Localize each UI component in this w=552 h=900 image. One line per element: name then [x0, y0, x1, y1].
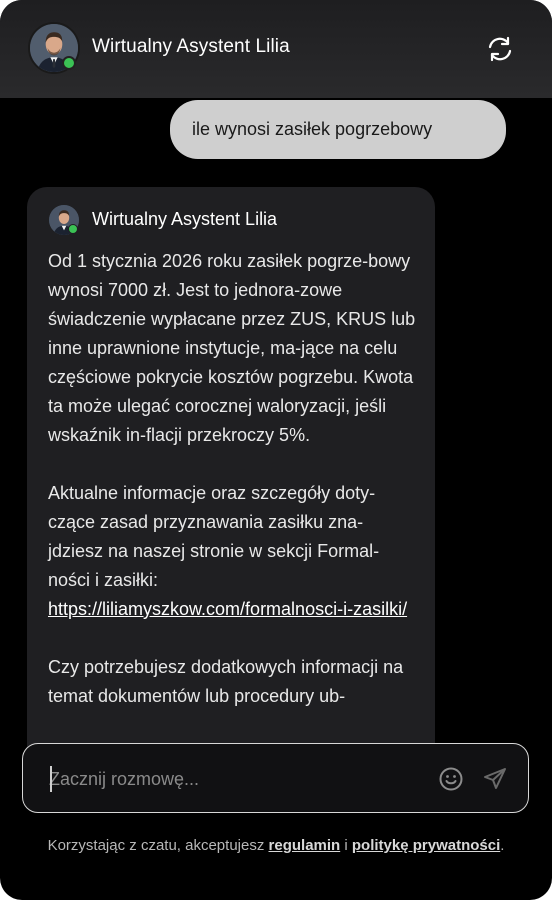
privacy-policy-link[interactable]: politykę prywatności	[352, 837, 500, 854]
consent-footer: Korzystając z czatu, akceptujesz regulam…	[40, 834, 512, 858]
bot-message-card: Wirtualny Asystent Lilia Od 1 stycznia 2…	[27, 187, 435, 787]
bot-paragraph-2: Aktualne informacje oraz szczegóły doty-…	[48, 479, 418, 624]
chat-window: Wirtualny Asystent Lilia ile wynosi zasi…	[0, 0, 552, 900]
bot-paragraph-2-text: Aktualne informacje oraz szczegóły doty-…	[48, 483, 380, 590]
message-input[interactable]	[49, 764, 429, 794]
formalities-link[interactable]: https://liliamyszkow.com/formalnosci-i-z…	[48, 599, 407, 619]
terms-link[interactable]: regulamin	[269, 837, 341, 854]
bot-paragraph-1: Od 1 stycznia 2026 roku zasiłek pogrze-b…	[48, 251, 416, 445]
online-status-dot	[62, 56, 76, 70]
message-composer	[22, 743, 529, 813]
bot-name: Wirtualny Asystent Lilia	[92, 209, 278, 229]
header-title: Wirtualny Asystent Lilia	[92, 36, 290, 57]
chat-header: Wirtualny Asystent Lilia	[0, 0, 552, 98]
bot-paragraph-3: Czy potrzebujesz dodatkowych informacji …	[48, 657, 404, 706]
emoji-icon	[439, 767, 463, 791]
text-caret	[50, 766, 52, 792]
bot-message-text: Od 1 stycznia 2026 roku zasiłek pogrze-b…	[48, 247, 418, 740]
emoji-button[interactable]	[438, 766, 464, 792]
send-icon	[484, 768, 506, 789]
send-button[interactable]	[482, 766, 508, 792]
footer-middle: i	[340, 837, 352, 854]
refresh-icon	[488, 36, 512, 62]
footer-suffix: .	[500, 837, 505, 854]
user-message-bubble: ile wynosi zasiłek pogrzebowy	[170, 100, 506, 159]
refresh-button[interactable]	[486, 36, 514, 62]
bot-online-dot	[68, 224, 78, 234]
footer-prefix: Korzystając z czatu, akceptujesz	[47, 837, 269, 854]
user-message-text: ile wynosi zasiłek pogrzebowy	[192, 119, 433, 139]
